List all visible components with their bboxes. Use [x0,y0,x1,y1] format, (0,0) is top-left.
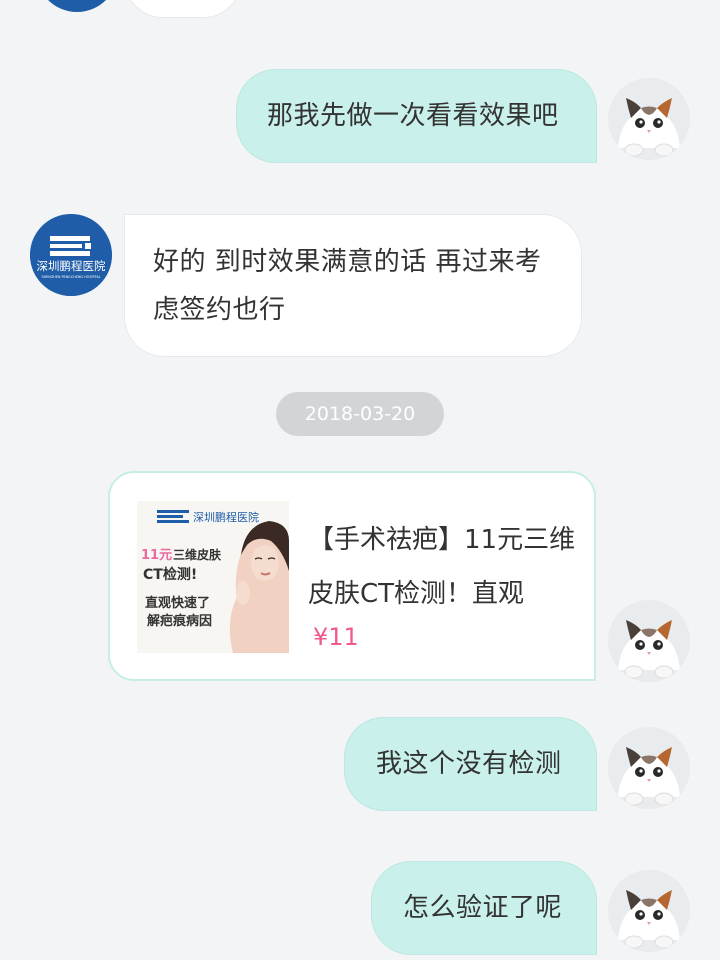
message-bubble-sent[interactable]: 怎么验证了呢 [371,861,597,955]
message-bubble-cropped [124,0,242,18]
cat-avatar-icon [608,727,690,809]
hospital-avatar-cropped[interactable] [36,0,118,12]
thumb-line2: CT检测! [143,566,197,583]
user-avatar[interactable] [608,78,690,160]
user-avatar[interactable] [608,870,690,952]
message-text: 好的 到时效果满意的话 再过来考虑签约也行 [153,247,542,325]
timestamp-badge: 2018-03-20 [276,392,444,436]
product-card[interactable]: 深圳鹏程医院 11元 三维皮肤 CT检测! 直观快速了 解疤痕病因 【手术祛疤】… [108,471,596,681]
message-bubble-sent[interactable]: 我这个没有检测 [344,717,597,811]
hospital-logo-text: 深圳鹏程医院 [37,259,106,273]
thumb-line1: 三维皮肤 [173,547,222,562]
thumb-line3: 直观快速了 [145,595,210,611]
hospital-avatar[interactable]: 深圳鹏程医院 SHENZHEN PENGCHENG HOSPITAL [30,214,112,296]
product-thumbnail: 深圳鹏程医院 11元 三维皮肤 CT检测! 直观快速了 解疤痕病因 [137,501,289,653]
product-title: 【手术祛疤】11元三维皮肤CT检测！直观 [308,525,576,609]
user-avatar[interactable] [608,600,690,682]
cat-avatar-icon [608,600,690,682]
hospital-logo-icon: 深圳鹏程医院 SHENZHEN PENGCHENG HOSPITAL [30,214,112,296]
message-text: 我这个没有检测 [376,749,562,779]
message-text: 那我先做一次看看效果吧 [267,101,559,131]
hospital-logo-subtext: SHENZHEN PENGCHENG HOSPITAL [41,275,100,279]
user-avatar[interactable] [608,727,690,809]
product-price: ¥11 [313,623,359,651]
product-image: 深圳鹏程医院 11元 三维皮肤 CT检测! 直观快速了 解疤痕病因 [137,501,289,653]
cat-avatar-icon [608,78,690,160]
message-text: 怎么验证了呢 [403,893,563,923]
thumb-brand: 深圳鹏程医院 [193,510,259,524]
cat-avatar-icon [608,870,690,952]
thumb-price-tag: 11元 [141,548,172,563]
message-bubble-sent[interactable]: 那我先做一次看看效果吧 [236,69,597,163]
message-bubble-received[interactable]: 好的 到时效果满意的话 再过来考虑签约也行 [124,214,582,357]
thumb-line4: 解疤痕病因 [146,613,212,629]
